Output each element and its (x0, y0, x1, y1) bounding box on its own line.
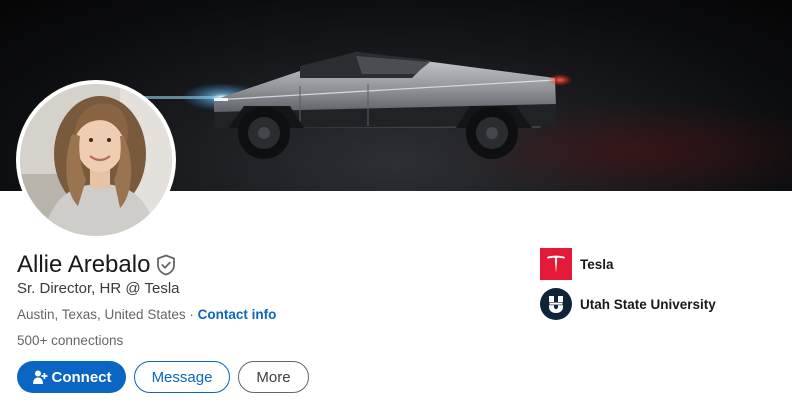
location-row: Austin, Texas, United States · Contact i… (17, 307, 276, 322)
name-row: Allie Arebalo (17, 250, 176, 280)
connect-label: Connect (51, 368, 112, 386)
tesla-logo-icon (540, 248, 572, 280)
org-tesla[interactable]: Tesla (540, 248, 614, 280)
profile-headline: Sr. Director, HR @ Tesla (17, 280, 180, 297)
org-name: Tesla (580, 256, 614, 272)
connections-count[interactable]: 500+ connections (17, 333, 123, 348)
usu-logo-icon (540, 288, 572, 320)
contact-info-link[interactable]: Contact info (198, 307, 277, 322)
profile-location: Austin, Texas, United States (17, 307, 186, 322)
shield-check-icon[interactable] (156, 254, 176, 276)
avatar[interactable] (16, 80, 176, 240)
separator-dot: · (189, 307, 198, 322)
message-label: Message (151, 368, 213, 386)
person-add-icon (32, 370, 47, 384)
connect-button[interactable]: Connect (17, 361, 126, 393)
profile-name: Allie Arebalo (17, 251, 151, 278)
org-name: Utah State University (580, 296, 716, 312)
more-button[interactable]: More (238, 361, 309, 393)
message-button[interactable]: Message (134, 361, 230, 393)
more-label: More (256, 368, 291, 386)
org-utah-state[interactable]: Utah State University (540, 288, 716, 320)
